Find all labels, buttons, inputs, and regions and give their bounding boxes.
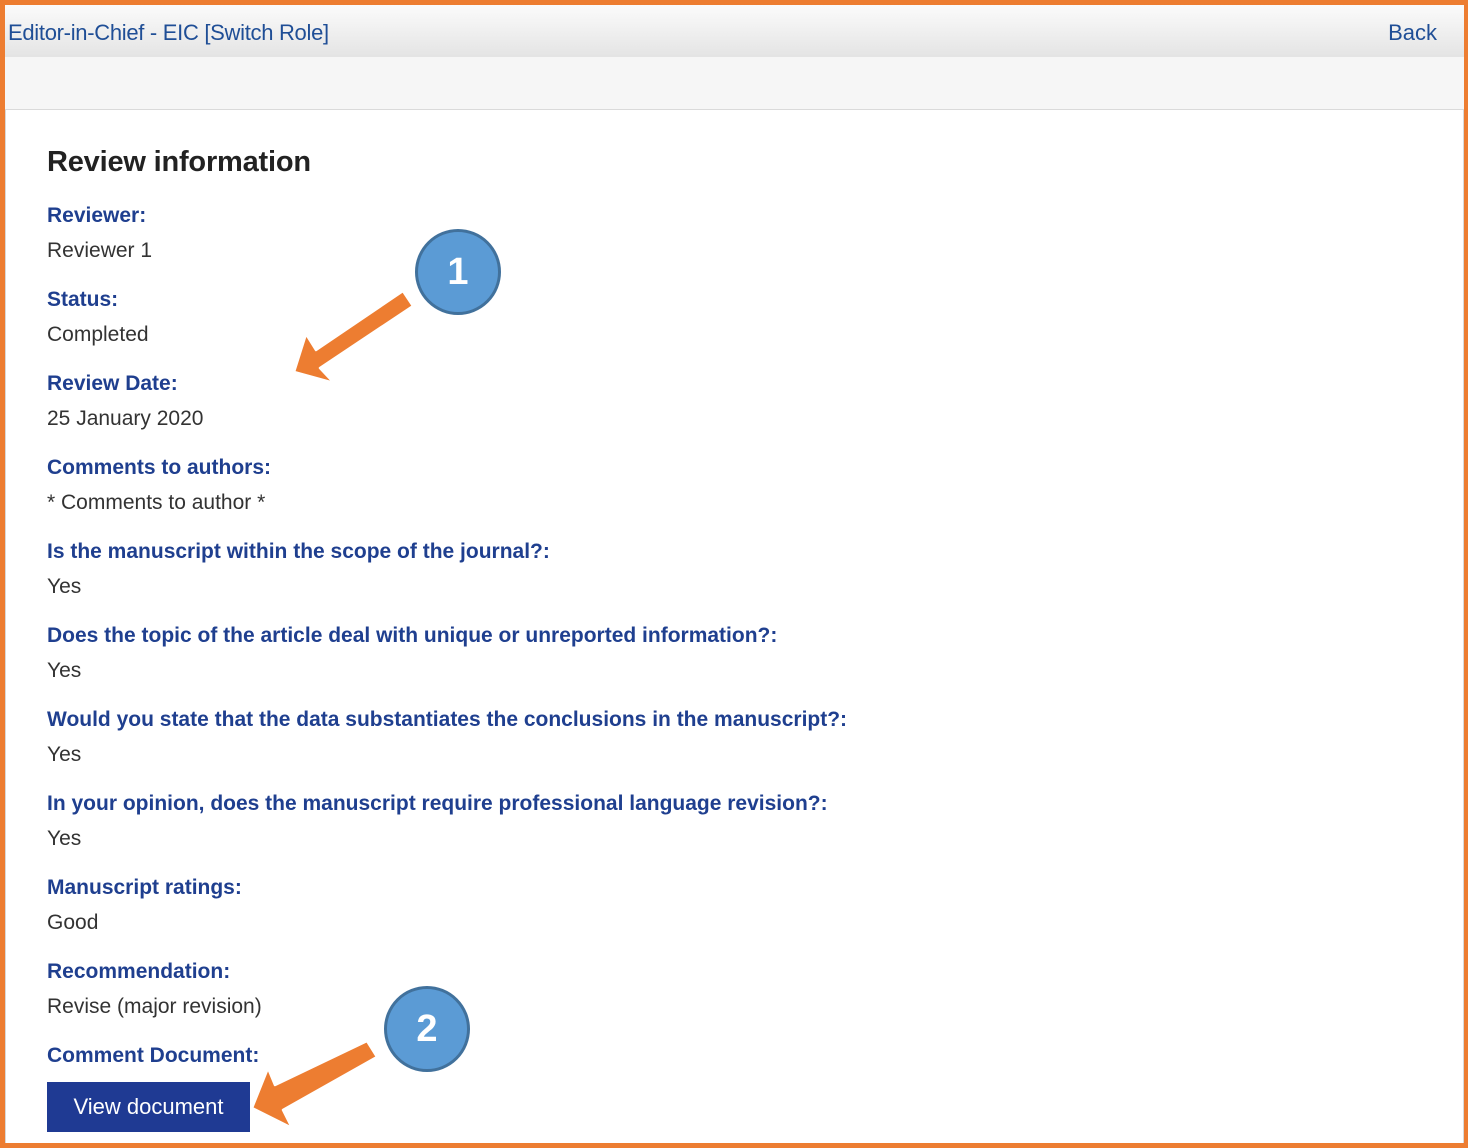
arrow-1 <box>292 289 415 385</box>
annotation-arrows <box>250 289 415 1130</box>
annotation-badge-2: 2 <box>384 986 470 1072</box>
arrow-2 <box>250 1039 379 1130</box>
annotation-badge-1: 1 <box>415 229 501 315</box>
